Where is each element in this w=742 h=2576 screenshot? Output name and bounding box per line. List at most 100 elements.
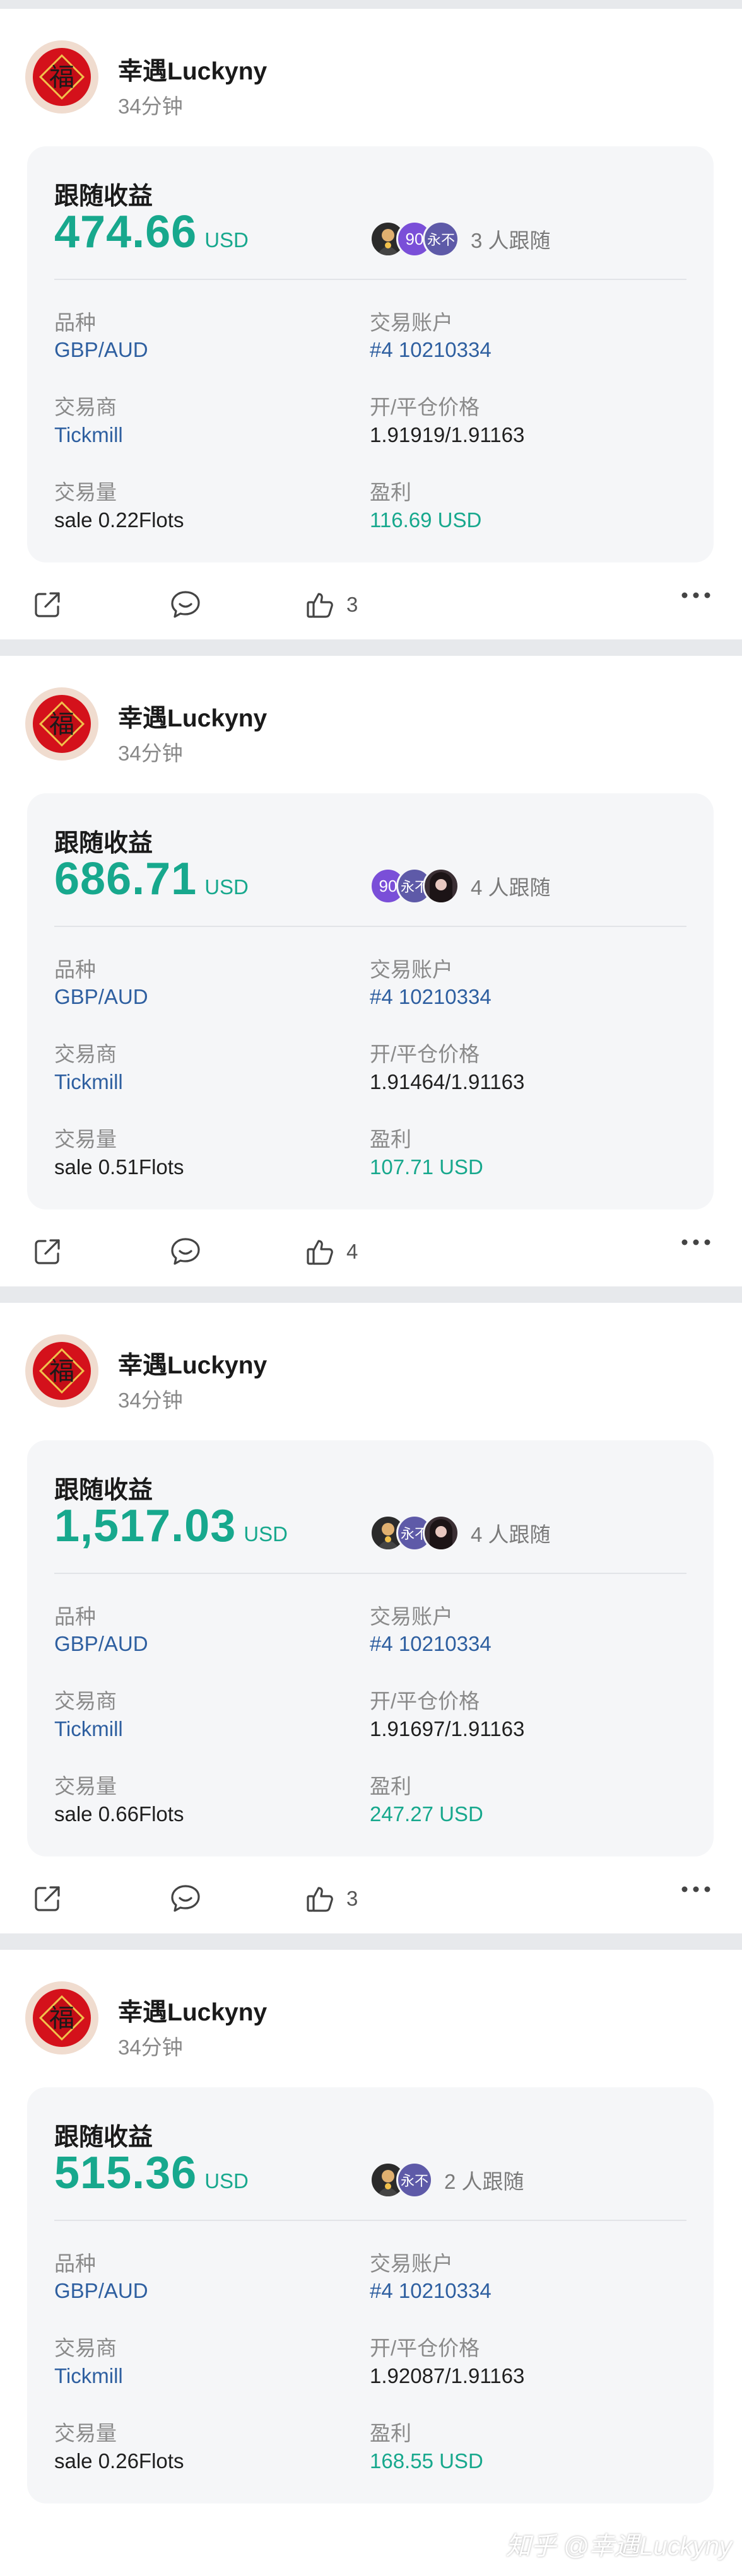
post-separator xyxy=(0,1286,742,1303)
followers-count: 3 人跟随 xyxy=(471,229,551,252)
user-name[interactable]: 幸遇Luckyny xyxy=(118,699,267,734)
follow-profit-amount: 515.36 xyxy=(54,2148,197,2198)
account-label: 交易账户 xyxy=(370,958,453,981)
share-button[interactable] xyxy=(32,589,63,621)
variety-label: 品种 xyxy=(54,1605,96,1628)
volume-value: sale 0.51Flots xyxy=(54,1155,184,1179)
trade-card[interactable]: 跟随收益 1,517.03 USD 永不 4 人跟随 品种 GBP/AUD 交易账… xyxy=(27,1440,714,1856)
svg-text:福: 福 xyxy=(49,1357,74,1386)
trade-card[interactable]: 跟随收益 474.66 USD 90 永不 3 人跟随 品种 GBP/AUD 交易… xyxy=(27,146,714,562)
svg-text:福: 福 xyxy=(49,2004,74,2033)
profit-value: 168.55 USD xyxy=(370,2449,483,2473)
svg-text:福: 福 xyxy=(49,710,74,739)
profit-value: 116.69 USD xyxy=(370,508,482,532)
price-label: 开/平仓价格 xyxy=(370,395,480,419)
post-separator xyxy=(0,639,742,656)
like-button[interactable]: 3 xyxy=(305,589,358,621)
profit-label: 盈利 xyxy=(370,2422,411,2445)
avatar[interactable]: 福 xyxy=(25,40,98,114)
comment-button[interactable] xyxy=(169,1883,202,1915)
followers-group[interactable]: 永不 4 人跟随 xyxy=(370,1514,551,1552)
followers-count: 4 人跟随 xyxy=(471,876,551,899)
profit-label: 盈利 xyxy=(370,481,411,504)
broker-value[interactable]: Tickmill xyxy=(54,423,123,447)
comment-icon xyxy=(171,1238,200,1265)
account-value[interactable]: #4 10210334 xyxy=(370,985,492,1009)
price-label: 开/平仓价格 xyxy=(370,1042,480,1066)
like-icon xyxy=(307,593,333,618)
follow-profit: 686.71 USD xyxy=(54,853,249,905)
variety-value[interactable]: GBP/AUD xyxy=(54,2279,148,2303)
more-button[interactable] xyxy=(680,1883,712,1896)
price-value: 1.92087/1.91163 xyxy=(370,2364,525,2387)
price-label: 开/平仓价格 xyxy=(370,1689,480,1713)
volume-label: 交易量 xyxy=(54,481,117,504)
feed-post: 福 幸遇Luckyny 34分钟 跟随收益 1,517.03 USD 永不 4 人… xyxy=(0,1303,742,1933)
user-name[interactable]: 幸遇Luckyny xyxy=(118,1346,267,1381)
follow-profit: 1,517.03 USD xyxy=(54,1500,288,1552)
broker-label: 交易商 xyxy=(54,1042,117,1066)
feed-post: 福 幸遇Luckyny 34分钟 跟随收益 686.71 USD 90 永不 4 … xyxy=(0,656,742,1286)
divider xyxy=(54,279,686,280)
like-button[interactable]: 3 xyxy=(305,1883,358,1915)
follow-profit: 474.66 USD xyxy=(54,206,249,258)
avatar[interactable]: 福 xyxy=(25,1981,98,2054)
comment-button[interactable] xyxy=(169,1236,202,1268)
followers-group[interactable]: 永不 2 人跟随 xyxy=(370,2161,524,2199)
like-button[interactable]: 4 xyxy=(305,1236,358,1268)
follower-avatar: 永不 xyxy=(423,221,459,257)
follow-profit-unit: USD xyxy=(204,875,249,899)
more-button[interactable] xyxy=(680,1236,712,1249)
comment-button[interactable] xyxy=(169,589,202,621)
price-value: 1.91464/1.91163 xyxy=(370,1070,525,1093)
profit-label: 盈利 xyxy=(370,1128,411,1151)
follower-avatar xyxy=(423,1515,459,1551)
share-icon xyxy=(35,592,60,617)
avatar[interactable]: 福 xyxy=(25,687,98,761)
share-button[interactable] xyxy=(32,1883,63,1915)
followers-group[interactable]: 90 永不 3 人跟随 xyxy=(370,220,551,258)
trade-card[interactable]: 跟随收益 686.71 USD 90 永不 4 人跟随 品种 GBP/AUD 交易… xyxy=(27,793,714,1209)
avatar[interactable]: 福 xyxy=(25,1334,98,1407)
broker-label: 交易商 xyxy=(54,1689,117,1713)
variety-label: 品种 xyxy=(54,2252,96,2275)
variety-value[interactable]: GBP/AUD xyxy=(54,985,148,1009)
like-count: 3 xyxy=(346,1887,358,1910)
variety-value[interactable]: GBP/AUD xyxy=(54,1632,148,1656)
follow-profit-amount: 474.66 xyxy=(54,207,197,257)
volume-label: 交易量 xyxy=(54,2422,117,2445)
user-name[interactable]: 幸遇Luckyny xyxy=(118,52,267,87)
broker-value[interactable]: Tickmill xyxy=(54,1070,123,1094)
follow-profit-amount: 686.71 xyxy=(54,854,197,904)
share-button[interactable] xyxy=(32,1236,63,1268)
profit-value: 107.71 USD xyxy=(370,1155,483,1179)
account-value[interactable]: #4 10210334 xyxy=(370,338,492,362)
follower-avatar: 永不 xyxy=(396,2162,433,2198)
variety-value[interactable]: GBP/AUD xyxy=(54,338,148,362)
user-name[interactable]: 幸遇Luckyny xyxy=(118,1993,267,2028)
broker-value[interactable]: Tickmill xyxy=(54,2364,123,2388)
follower-avatar xyxy=(423,868,459,904)
followers-group[interactable]: 90 永不 4 人跟随 xyxy=(370,867,551,905)
volume-value: sale 0.26Flots xyxy=(54,2449,184,2473)
more-button[interactable] xyxy=(680,589,712,602)
broker-label: 交易商 xyxy=(54,395,117,419)
profit-value: 247.27 USD xyxy=(370,1802,483,1826)
broker-label: 交易商 xyxy=(54,2336,117,2360)
more-icon xyxy=(681,1239,710,1245)
broker-value[interactable]: Tickmill xyxy=(54,1717,123,1741)
account-label: 交易账户 xyxy=(370,2252,453,2275)
share-icon xyxy=(35,1239,60,1264)
volume-label: 交易量 xyxy=(54,1128,117,1151)
feed-post: 福 幸遇Luckyny 34分钟 跟随收益 515.36 USD 永不 2 人跟随… xyxy=(0,1950,742,2576)
account-value[interactable]: #4 10210334 xyxy=(370,2279,492,2303)
variety-label: 品种 xyxy=(54,311,96,334)
trade-card[interactable]: 跟随收益 515.36 USD 永不 2 人跟随 品种 GBP/AUD 交易账户 … xyxy=(27,2087,714,2503)
watermark: 知乎 @幸遇Luckyny xyxy=(505,2532,732,2560)
follow-profit-amount: 1,517.03 xyxy=(54,1501,237,1551)
account-value[interactable]: #4 10210334 xyxy=(370,1632,492,1656)
volume-label: 交易量 xyxy=(54,1775,117,1798)
top-separator xyxy=(0,0,742,9)
feed-post: 福 幸遇Luckyny 34分钟 跟随收益 474.66 USD 90 永不 3 … xyxy=(0,9,742,639)
follow-profit-unit: USD xyxy=(204,228,249,252)
